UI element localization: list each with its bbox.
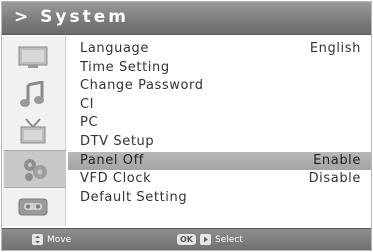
sidebar-item-sound[interactable]	[8, 80, 58, 110]
sidebar-item-picture[interactable]	[8, 42, 58, 72]
menu-item-label: CI	[80, 96, 95, 112]
title-bar: > System	[2, 2, 371, 35]
gear-cluster-icon	[24, 159, 47, 181]
menu-item-label: Time Setting	[80, 59, 170, 75]
menu-item-time-setting[interactable]: Time Setting	[68, 59, 371, 78]
page-title: > System	[14, 7, 129, 27]
music-notes-icon	[20, 81, 44, 107]
menu-item-label: Panel Off	[80, 152, 144, 168]
menu-item-label: DTV Setup	[80, 133, 155, 149]
sidebar-item-channel[interactable]	[8, 116, 58, 146]
menu-item-dtv-setup[interactable]: DTV Setup	[68, 133, 371, 152]
menu-item-pc[interactable]: PC	[68, 114, 371, 133]
menu-item-vfd-clock[interactable]: VFD Clock Disable	[68, 170, 371, 189]
select-hint: OK Select	[177, 234, 243, 245]
antenna-tv-icon	[20, 118, 46, 144]
navigation-key-icon	[32, 234, 43, 245]
menu-item-default-setting[interactable]: Default Setting	[68, 189, 371, 208]
menu-item-change-password[interactable]: Change Password	[68, 77, 371, 96]
move-label: Move	[47, 234, 72, 245]
menu-item-label: PC	[80, 115, 99, 131]
menu-item-label: Language	[80, 41, 149, 56]
ok-key-icon: OK	[177, 234, 196, 245]
osd-screen: > System Language English Time Setting C…	[1, 1, 372, 251]
menu-item-ci[interactable]: CI	[68, 96, 371, 115]
menu-item-value: Disable	[308, 171, 361, 187]
category-sidebar	[2, 36, 66, 226]
help-bar: Move OK Select	[2, 228, 371, 250]
menu-item-value: Enable	[313, 152, 361, 168]
settings-menu: Language English Time Setting Change Pas…	[68, 40, 371, 207]
menu-item-label: Default Setting	[80, 189, 188, 205]
tv-screen-icon	[18, 46, 48, 68]
menu-item-label: VFD Clock	[80, 171, 152, 187]
select-label: Select	[215, 234, 243, 245]
move-hint: Move	[32, 234, 71, 245]
menu-item-label: Change Password	[80, 78, 204, 94]
menu-item-panel-off[interactable]: Panel Off Enable	[68, 151, 371, 171]
menu-item-language[interactable]: Language English	[68, 40, 371, 59]
right-arrow-key-icon	[200, 234, 211, 245]
sidebar-item-media[interactable]	[8, 192, 58, 222]
sidebar-item-system[interactable]	[4, 150, 66, 188]
cassette-icon	[18, 198, 48, 216]
menu-item-value: English	[309, 41, 361, 56]
